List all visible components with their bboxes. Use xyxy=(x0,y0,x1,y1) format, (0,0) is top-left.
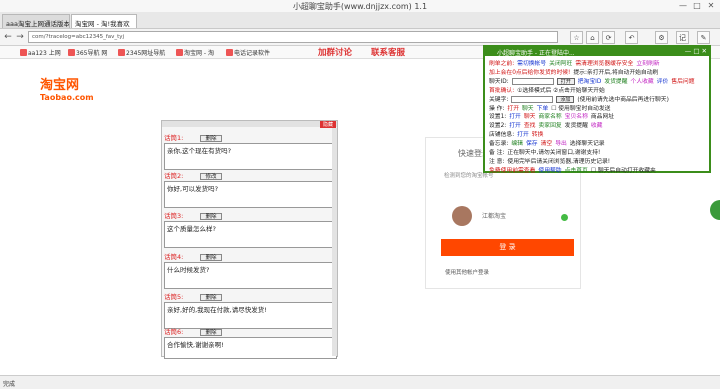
message-textarea[interactable]: 亲好,好的,我现在付款,请尽快发货! xyxy=(164,302,337,329)
message-button[interactable]: 删除 xyxy=(200,328,222,336)
helper-title: 小超聊宝助手 - 正在登陆中... xyxy=(497,50,575,57)
window-title: 小超聊宝助手(www.dnjjzx.com) 1.1 xyxy=(292,2,428,11)
message-button[interactable]: 删除 xyxy=(200,253,222,261)
forward-arrow-icon[interactable]: → xyxy=(14,31,26,43)
helper-row: 免费使用前需查看 使用帮助 点击首页 ☐ 聊天后自动打开收藏夹 xyxy=(489,165,711,174)
helper-row: 设置1: 打开 聊天 商家名称 宝贝名称 商品网址 xyxy=(489,111,711,120)
helper-row: 首批确认: ①选择模式后 ②点击开始聊天开始 xyxy=(489,85,711,94)
minimize-button[interactable]: — xyxy=(676,0,690,11)
panel-close-button[interactable]: 隐藏 xyxy=(320,121,336,128)
tab-bar: aaa淘宝上网通话版本号 淘宝网 - 淘!我喜欢 xyxy=(0,12,720,29)
logo-en: Taobao.com xyxy=(40,93,94,102)
message-textarea[interactable]: 你好,可以发货吗? xyxy=(164,181,337,208)
undo-icon[interactable]: ↶ xyxy=(625,31,638,44)
edit-icon[interactable]: ✎ xyxy=(697,31,710,44)
navigation-bar: ← → com/?tracelog=abc12345_fav_tyj ☆ ⌂ ⟳… xyxy=(0,29,720,46)
message-label: 话筒5: xyxy=(164,293,184,301)
bookmark-icon xyxy=(226,49,233,56)
taobao-logo[interactable]: 淘宝网 Taobao.com xyxy=(40,74,94,102)
bookmark-item[interactable]: 365导航 网 xyxy=(68,48,107,57)
status-text: 完成 xyxy=(3,381,16,388)
message-block: 话筒3: 删除 这个质量怎么样? xyxy=(164,210,337,248)
status-bar: 完成 xyxy=(0,375,720,389)
helper-window-controls[interactable]: — □ ✕ xyxy=(685,47,707,55)
side-float-button[interactable] xyxy=(710,200,720,220)
helper-link[interactable]: 使用帮助 xyxy=(538,168,561,174)
message-textarea[interactable]: 这个质量怎么样? xyxy=(164,221,337,248)
message-label: 话筒4: xyxy=(164,253,184,261)
helper-link[interactable]: 点击首页 xyxy=(565,168,588,174)
message-textarea[interactable]: 亲你,这个现在有货吗? xyxy=(164,143,337,170)
home-icon[interactable]: ⌂ xyxy=(586,31,599,44)
login-username: 江都淘宝 xyxy=(482,213,507,220)
window-controls: — □ ✕ xyxy=(676,0,718,11)
check-icon xyxy=(561,214,568,221)
message-label: 话筒6: xyxy=(164,328,184,336)
helper-row: 备 注: 正在聊天中,请勿关闭窗口,谢谢支持! xyxy=(489,147,711,156)
message-block: 话筒2: 修改 你好,可以发货吗? xyxy=(164,170,337,208)
helper-row: 店铺信息: 打开 转换 xyxy=(489,129,711,138)
helper-row: 注 意: 使用完毕后请关闭浏览器,清理历史记录! xyxy=(489,156,711,165)
helper-titlebar: 小超聊宝助手 - 正在登陆中... — □ ✕ xyxy=(485,47,709,57)
bookmark-item[interactable]: 2345网址导航 xyxy=(118,48,165,57)
refresh-icon[interactable]: ⟳ xyxy=(602,31,615,44)
bookmark-item[interactable]: aa123 上网 xyxy=(20,48,61,57)
message-label: 话筒1: xyxy=(164,134,184,142)
maximize-button[interactable]: □ xyxy=(690,0,704,11)
helper-row: 加上会在0点后给你发货的时候! 提示:亲打开后,将自动开始自动刷 xyxy=(489,67,711,76)
message-block: 话筒6: 删除 合作愉快,谢谢亲啊! xyxy=(164,326,337,359)
helper-row: 备忘录: 编辑 保存 清空 导出 选择聊天记录 xyxy=(489,138,711,147)
bookmark-item[interactable]: 电话记录软件 xyxy=(226,48,270,57)
tab-1[interactable]: aaa淘宝上网通话版本号 xyxy=(2,14,70,28)
logo-cn: 淘宝网 xyxy=(40,78,80,93)
panel-scrollbar[interactable] xyxy=(332,128,337,356)
star-icon[interactable]: ☆ xyxy=(570,31,583,44)
helper-row: 设置2: 打开 查找 卖家回复 发货提醒 收藏 xyxy=(489,120,711,129)
address-bar[interactable]: com/?tracelog=abc12345_fav_tyj xyxy=(28,31,558,43)
message-button[interactable]: 删除 xyxy=(200,293,222,301)
message-textarea[interactable]: 什么时候发货? xyxy=(164,262,337,289)
other-account-link[interactable]: 使用其他帐户登录 xyxy=(445,268,489,276)
contact-service-link[interactable]: 联系客服 xyxy=(371,46,405,58)
helper-row: 操 作: 打开 聊天 下单 ☐ 使用聊宝时自动发送 xyxy=(489,103,711,112)
helper-link: ☐ 聊天后自动打开收藏夹 xyxy=(590,167,656,174)
close-button[interactable]: ✕ xyxy=(704,0,718,11)
settings-icon[interactable]: ⚙ xyxy=(655,31,668,44)
message-button[interactable]: 删除 xyxy=(200,134,222,142)
bookmark-icon xyxy=(68,49,75,56)
message-panel: 隐藏 话筒1: 删除 亲你,这个现在有货吗? 话筒2: 修改 你好,可以发货吗? 话… xyxy=(161,120,338,359)
helper-row: 刷单之前: 需切换帐号 关闭阿旺 需清理浏览器缓存安全 立刻刷新 xyxy=(489,58,711,67)
bookmark-icon xyxy=(118,49,125,56)
bookmark-item[interactable]: 淘宝网 - 淘 xyxy=(176,48,214,57)
panel-header xyxy=(162,121,337,127)
join-group-link[interactable]: 加群讨论 xyxy=(318,46,352,58)
title-bar: 小超聊宝助手(www.dnjjzx.com) 1.1 — □ ✕ xyxy=(0,0,720,12)
helper-link[interactable]: 免费使用前需查看 xyxy=(489,168,535,174)
avatar xyxy=(452,206,472,226)
message-label: 话筒3: xyxy=(164,212,184,220)
message-button[interactable]: 修改 xyxy=(200,172,222,180)
back-arrow-icon[interactable]: ← xyxy=(2,31,14,43)
login-button[interactable]: 登 录 xyxy=(441,239,574,256)
message-textarea[interactable]: 合作愉快,谢谢亲啊! xyxy=(164,337,337,359)
helper-window: 小超聊宝助手 - 正在登陆中... — □ ✕ 刷单之前: 需切换帐号 关闭阿旺 需清… xyxy=(483,45,711,174)
helper-row: 聊天ID: 打开 把淘宝ID 发货提醒 个人收藏 评价 售后问题 xyxy=(489,76,711,85)
message-block: 话筒1: 删除 亲你,这个现在有货吗? xyxy=(164,132,337,170)
bookmark-icon xyxy=(20,49,27,56)
message-label: 话筒2: xyxy=(164,172,184,180)
bookmark-icon xyxy=(176,49,183,56)
helper-row: 关键字: 添加 (使用前请先选中商品后再进行聊天) xyxy=(489,94,711,103)
message-button[interactable]: 删除 xyxy=(200,212,222,220)
tab-2[interactable]: 淘宝网 - 淘!我喜欢 xyxy=(71,14,137,28)
message-block: 话筒4: 删除 什么时候发货? xyxy=(164,251,337,289)
note-icon[interactable]: 记 xyxy=(676,31,689,44)
message-block: 话筒5: 删除 亲好,好的,我现在付款,请尽快发货! xyxy=(164,291,337,329)
browser-window: 小超聊宝助手(www.dnjjzx.com) 1.1 — □ ✕ aaa淘宝上网… xyxy=(0,0,720,389)
